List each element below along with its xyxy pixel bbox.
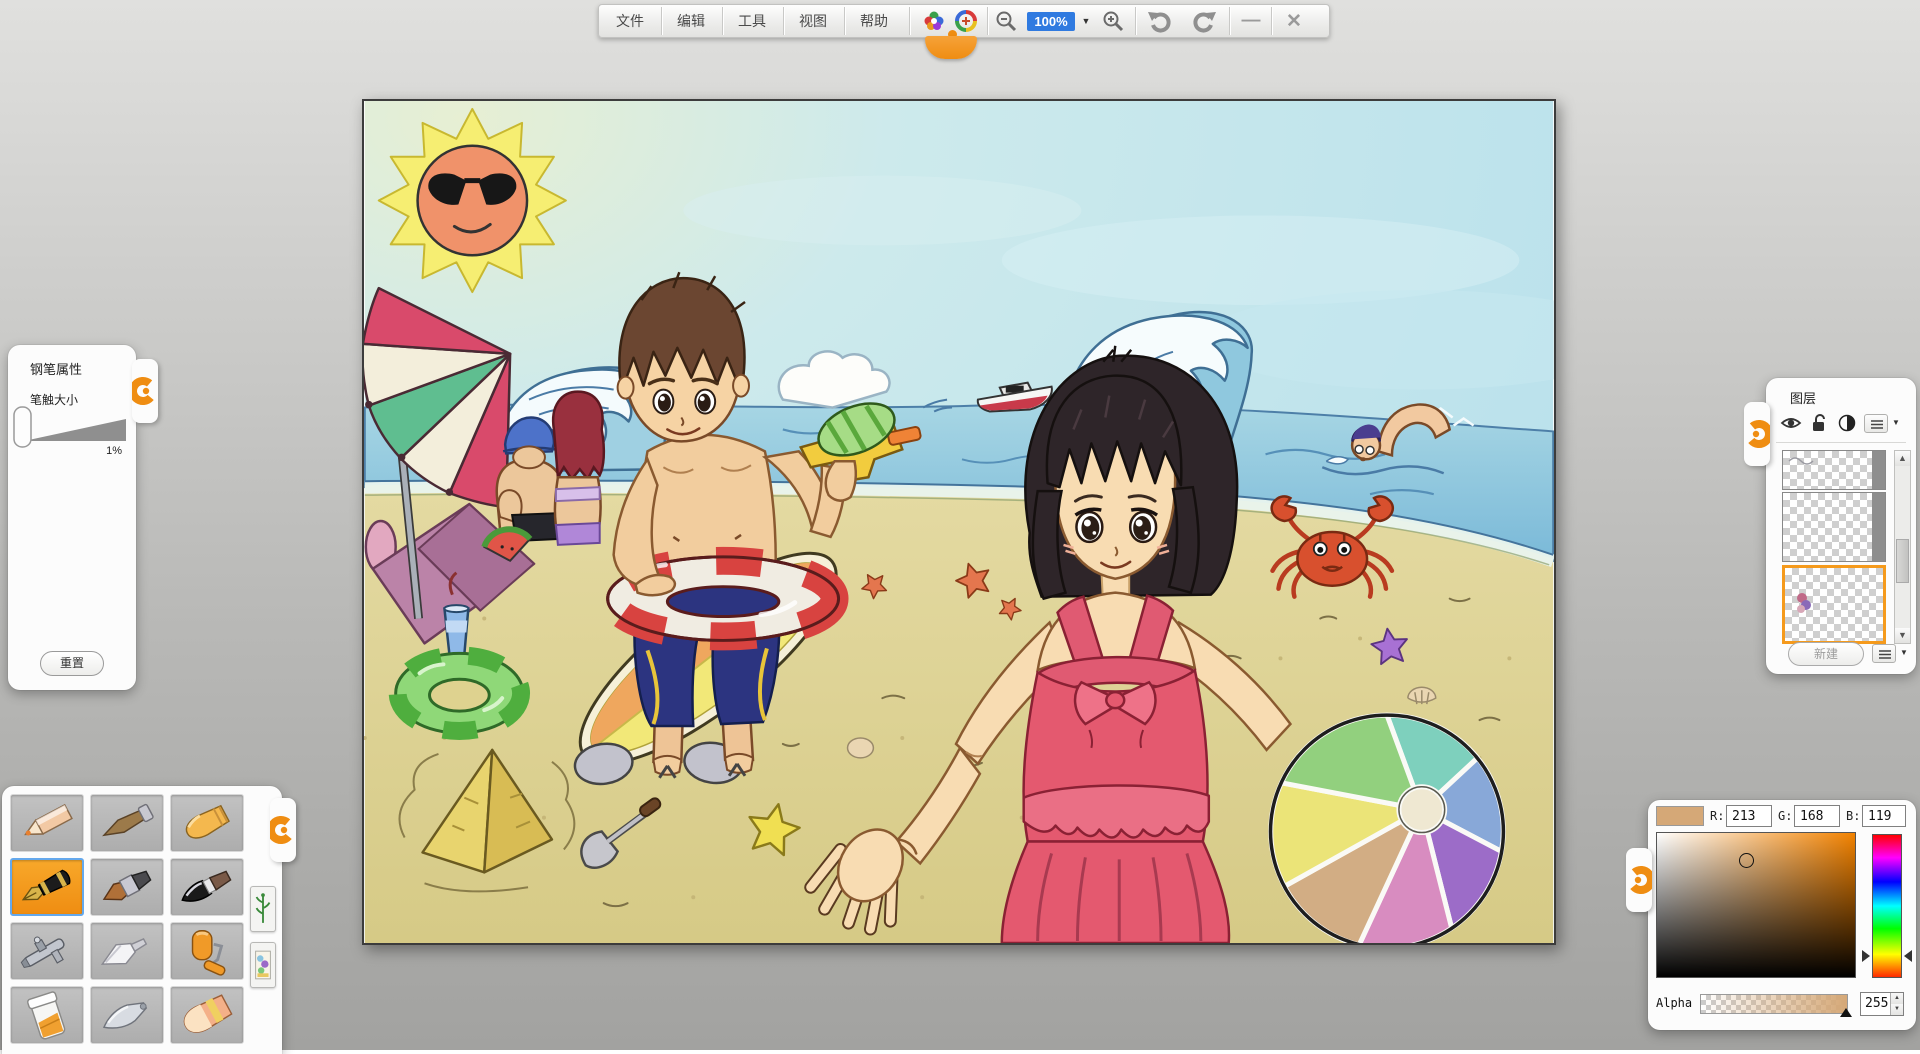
hue-indicator-left [1862, 950, 1870, 962]
layer-strip [1872, 451, 1885, 489]
app-logo-smile [925, 36, 977, 59]
tool-flat-brush[interactable] [90, 858, 164, 916]
reset-button[interactable]: 重置 [40, 651, 104, 676]
tool-crayon[interactable] [170, 794, 244, 852]
separator [1271, 7, 1272, 35]
color-panel-collapse-tab[interactable] [1626, 848, 1652, 912]
current-color-swatch [1656, 806, 1704, 826]
layer-menu-caret[interactable]: ▼ [1892, 418, 1900, 427]
menu-file[interactable]: 文件 [603, 5, 657, 37]
layers-panel-title: 图层 [1790, 388, 1816, 407]
layer-lock-icon[interactable] [1810, 414, 1828, 438]
tool-pastel-stick[interactable] [90, 794, 164, 852]
menu-edit[interactable]: 编辑 [664, 5, 718, 37]
layers-panel-collapse-tab[interactable] [1744, 402, 1770, 466]
pen-panel-title: 钢笔属性 [30, 359, 82, 378]
brush-palette-collapse-tab[interactable] [270, 798, 296, 862]
menu-tools[interactable]: 工具 [725, 5, 779, 37]
image-stamp-button[interactable] [250, 942, 276, 988]
palette-icon[interactable] [919, 8, 949, 34]
scroll-thumb[interactable] [1896, 539, 1909, 583]
minimize-button[interactable]: — [1233, 8, 1269, 34]
color-picker-panel: R: G: B: Alpha 255 ▲ ▼ [1648, 800, 1916, 1030]
alpha-increment-arrow[interactable]: ▲ [1891, 993, 1903, 1004]
layer-row-2[interactable] [1782, 492, 1886, 562]
plant-stamp-button[interactable] [250, 886, 276, 932]
red-label: R: [1710, 809, 1724, 823]
brush-size-slider[interactable] [12, 403, 132, 451]
tool-airbrush[interactable] [10, 922, 84, 980]
layer-blend-icon[interactable] [1838, 414, 1856, 437]
separator [722, 7, 723, 35]
layers-bottom-menu-caret[interactable]: ▼ [1900, 648, 1908, 657]
separator [844, 7, 845, 35]
alpha-value-box: 255 ▲ ▼ [1860, 992, 1904, 1016]
separator [783, 7, 784, 35]
layer-row-3-selected[interactable] [1782, 565, 1886, 644]
menu-view[interactable]: 视图 [786, 5, 840, 37]
zoom-dropdown-caret[interactable]: ▼ [1079, 8, 1093, 34]
separator [1135, 7, 1136, 35]
color-cursor[interactable] [1739, 853, 1754, 868]
green-swim-ring [396, 653, 523, 733]
blue-input[interactable] [1862, 805, 1906, 827]
zoom-value[interactable]: 100% [1027, 12, 1074, 31]
pen-panel-collapse-tab[interactable] [132, 359, 158, 423]
scroll-up-arrow[interactable]: ▲ [1895, 451, 1910, 466]
green-label: G: [1778, 809, 1792, 823]
new-layer-button[interactable]: 新建 [1788, 642, 1864, 666]
zoom-level-display[interactable]: 100% [1025, 8, 1077, 34]
application-window: 文件 编辑 工具 视图 帮助 [0, 0, 1920, 1050]
blue-label: B: [1846, 809, 1860, 823]
green-input[interactable] [1794, 805, 1840, 827]
zoom-in-button[interactable] [1097, 8, 1129, 34]
separator [987, 7, 988, 35]
menu-help[interactable]: 帮助 [847, 5, 901, 37]
alpha-value: 255 [1865, 996, 1888, 1011]
zoom-out-button[interactable] [991, 8, 1021, 34]
scroll-down-arrow[interactable]: ▼ [1895, 628, 1910, 643]
main-toolbar: 文件 编辑 工具 视图 帮助 [598, 4, 1330, 38]
tool-palette-knife[interactable] [90, 922, 164, 980]
pen-properties-panel: 钢笔属性 笔触大小 1% 重置 [8, 345, 136, 690]
canvas-artwork [364, 101, 1554, 943]
hue-indicator-right [1904, 950, 1912, 962]
brush-palette-panel [2, 786, 282, 1054]
tool-eraser[interactable] [170, 986, 244, 1044]
tool-colored-pencil[interactable] [10, 794, 84, 852]
red-input[interactable] [1726, 805, 1772, 827]
alpha-slider[interactable] [1700, 994, 1848, 1014]
alpha-decrement-arrow[interactable]: ▼ [1891, 1004, 1903, 1015]
beach-ball [1271, 715, 1504, 943]
layer-row-1[interactable] [1782, 450, 1886, 490]
alpha-slider-marker[interactable] [1840, 1008, 1852, 1017]
separator [909, 7, 910, 35]
separator [1229, 7, 1230, 35]
alpha-label: Alpha [1656, 996, 1692, 1010]
tool-metal-pen[interactable] [90, 986, 164, 1044]
layers-bottom-menu-button[interactable] [1872, 644, 1896, 663]
undo-button[interactable] [1141, 8, 1179, 34]
tool-ink-brush[interactable] [170, 858, 244, 916]
redo-button[interactable] [1185, 8, 1223, 34]
layers-scrollbar[interactable]: ▲ ▼ [1894, 450, 1911, 644]
layer-strip [1872, 493, 1885, 561]
tool-fountain-pen[interactable] [10, 858, 84, 916]
close-button[interactable]: ✕ [1275, 8, 1313, 34]
hue-slider[interactable] [1872, 834, 1902, 978]
tool-paint-jar[interactable] [10, 986, 84, 1044]
brush-size-value: 1% [106, 445, 122, 457]
divider [1776, 442, 1906, 443]
layer-menu-button[interactable] [1864, 414, 1888, 433]
drawing-canvas[interactable] [362, 99, 1556, 945]
tool-paint-roller[interactable] [170, 922, 244, 980]
separator [661, 7, 662, 35]
color-wheel-icon[interactable] [951, 8, 981, 34]
layer-visibility-icon[interactable] [1780, 414, 1802, 437]
saturation-value-picker[interactable] [1656, 832, 1856, 978]
layers-panel: 图层 ▼ ▲ ▼ 新建 [1766, 378, 1916, 674]
